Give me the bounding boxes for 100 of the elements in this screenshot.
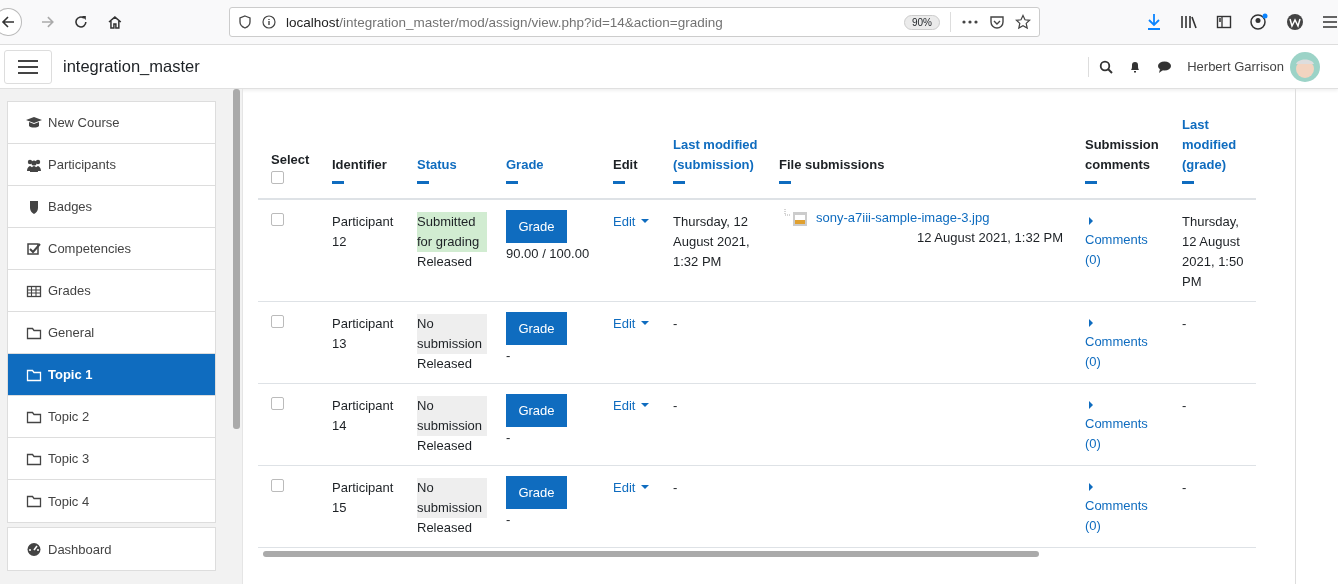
scrollbar-thumb[interactable] xyxy=(263,551,1039,557)
column-header[interactable]: Status xyxy=(417,155,457,175)
folder-icon xyxy=(26,494,42,508)
expand-icon[interactable] xyxy=(1088,318,1094,328)
sidebar-item[interactable]: Badges xyxy=(8,186,215,228)
edit-menu[interactable]: Edit xyxy=(613,214,650,229)
table-cell: Thursday, 12 August 2021, 1:32 PM xyxy=(673,214,750,269)
column-header: Submission comments xyxy=(1085,136,1160,174)
table-cell-text: - xyxy=(1182,315,1188,333)
expand-icon[interactable] xyxy=(1088,216,1094,226)
sidebar-item[interactable]: New Course xyxy=(8,102,215,144)
grade-button[interactable]: Grade xyxy=(506,394,567,427)
grade-value: - xyxy=(506,347,512,365)
caret-icon xyxy=(641,403,650,407)
grade-button[interactable]: Grade xyxy=(506,476,567,509)
row-checkbox[interactable] xyxy=(271,213,284,226)
caret-icon xyxy=(641,321,650,325)
search-icon[interactable] xyxy=(1099,59,1114,74)
menu-button[interactable] xyxy=(4,49,52,84)
comments-link[interactable]: Comments (0) xyxy=(1085,496,1155,536)
table-cell-text: Thursday, 12 August 2021, 1:50 PM xyxy=(1182,213,1244,291)
folder-icon xyxy=(26,409,42,424)
grade-button[interactable]: Grade xyxy=(506,210,567,243)
column-header[interactable]: Last modified (submission) xyxy=(673,135,766,175)
select-all-checkbox[interactable] xyxy=(271,171,284,184)
column-header: Edit xyxy=(613,156,638,174)
sidebar-item[interactable]: Topic 3 xyxy=(8,438,215,480)
table-cell: - xyxy=(673,316,678,331)
home-icon[interactable] xyxy=(107,14,123,30)
folder-icon xyxy=(26,451,42,466)
info-icon xyxy=(262,15,276,29)
row-checkbox[interactable] xyxy=(271,315,284,328)
user-name[interactable]: Herbert Garrison xyxy=(1187,59,1284,74)
table-cell: Participant 13 xyxy=(332,316,394,351)
table-cell-text: - xyxy=(1182,397,1188,415)
users-icon xyxy=(26,157,42,172)
download-icon[interactable] xyxy=(1146,13,1162,31)
course-icon xyxy=(26,115,42,130)
release-status: Released xyxy=(417,519,473,537)
grade-button[interactable]: Grade xyxy=(506,312,567,345)
back-button[interactable] xyxy=(0,8,22,36)
release-status: Released xyxy=(417,355,473,373)
edit-menu[interactable]: Edit xyxy=(613,316,650,331)
sidebar-item[interactable]: Grades xyxy=(8,270,215,312)
comments-link[interactable]: Comments (0) xyxy=(1085,332,1155,372)
edit-menu[interactable]: Edit xyxy=(613,398,650,413)
column-header: Select xyxy=(271,151,310,169)
menu-icon[interactable] xyxy=(1322,14,1338,30)
pocket-icon[interactable] xyxy=(989,14,1005,30)
shield-icon xyxy=(238,15,252,29)
address-bar[interactable]: localhost/integration_master/mod/assign/view.php?id=14&action=grading 90% xyxy=(229,7,1040,37)
column-header[interactable]: Last modified (grade) xyxy=(1182,115,1256,175)
expand-icon[interactable] xyxy=(1088,400,1094,410)
account-icon[interactable] xyxy=(1250,13,1268,31)
chat-icon[interactable] xyxy=(1157,59,1173,74)
table-cell: Participant 14 xyxy=(332,398,394,433)
file-link[interactable]: sony-a7iii-sample-image-3.jpg xyxy=(816,208,990,228)
file-date: 12 August 2021, 1:32 PM xyxy=(917,229,1063,247)
sidebar-item[interactable]: Competencies xyxy=(8,228,215,270)
folder-icon xyxy=(26,367,42,382)
table-cell: - xyxy=(673,398,678,413)
library-icon[interactable] xyxy=(1180,14,1198,30)
status-label: Submitted for grading xyxy=(417,212,487,252)
table-cell: Participant 12 xyxy=(332,214,394,249)
scrollbar-thumb[interactable] xyxy=(233,89,240,429)
gauge-icon xyxy=(26,542,42,556)
expand-icon[interactable] xyxy=(1088,482,1094,492)
sidebar-item[interactable]: Topic 4 xyxy=(8,480,215,522)
star-icon[interactable] xyxy=(1015,14,1031,30)
column-header[interactable]: Grade xyxy=(506,155,544,175)
zoom-badge[interactable]: 90% xyxy=(904,14,940,30)
comments-link[interactable]: Comments (0) xyxy=(1085,230,1155,270)
edit-menu[interactable]: Edit xyxy=(613,480,650,495)
table-cell: - xyxy=(673,480,678,495)
sidebar-icon[interactable] xyxy=(1216,14,1232,30)
table-icon xyxy=(26,283,42,298)
row-checkbox[interactable] xyxy=(271,479,284,492)
sidebar-item[interactable]: Topic 2 xyxy=(8,396,215,438)
sidebar-item[interactable]: Topic 1 xyxy=(8,354,215,396)
caret-icon xyxy=(641,485,650,489)
site-name[interactable]: integration_master xyxy=(63,57,1089,76)
row-checkbox[interactable] xyxy=(271,397,284,410)
sidebar-item[interactable]: Dashboard xyxy=(8,528,215,570)
table-cell: Participant 15 xyxy=(332,480,394,515)
column-header: File submissions xyxy=(779,156,885,174)
menu-icon xyxy=(18,58,38,75)
extension-icon[interactable] xyxy=(1286,13,1304,31)
column-header: Identifier xyxy=(332,156,387,174)
image-file-icon xyxy=(784,209,810,227)
release-status: Released xyxy=(417,253,473,271)
check-icon xyxy=(26,241,42,256)
sidebar-item[interactable]: Participants xyxy=(8,144,215,186)
grade-value: - xyxy=(506,511,512,529)
grade-value: - xyxy=(506,429,512,447)
folder-icon xyxy=(26,325,42,340)
comments-link[interactable]: Comments (0) xyxy=(1085,414,1155,454)
grade-value: 90.00 / 100.00 xyxy=(506,245,591,263)
status-label: No submission xyxy=(417,396,487,436)
release-status: Released xyxy=(417,437,473,455)
caret-icon xyxy=(641,219,650,223)
